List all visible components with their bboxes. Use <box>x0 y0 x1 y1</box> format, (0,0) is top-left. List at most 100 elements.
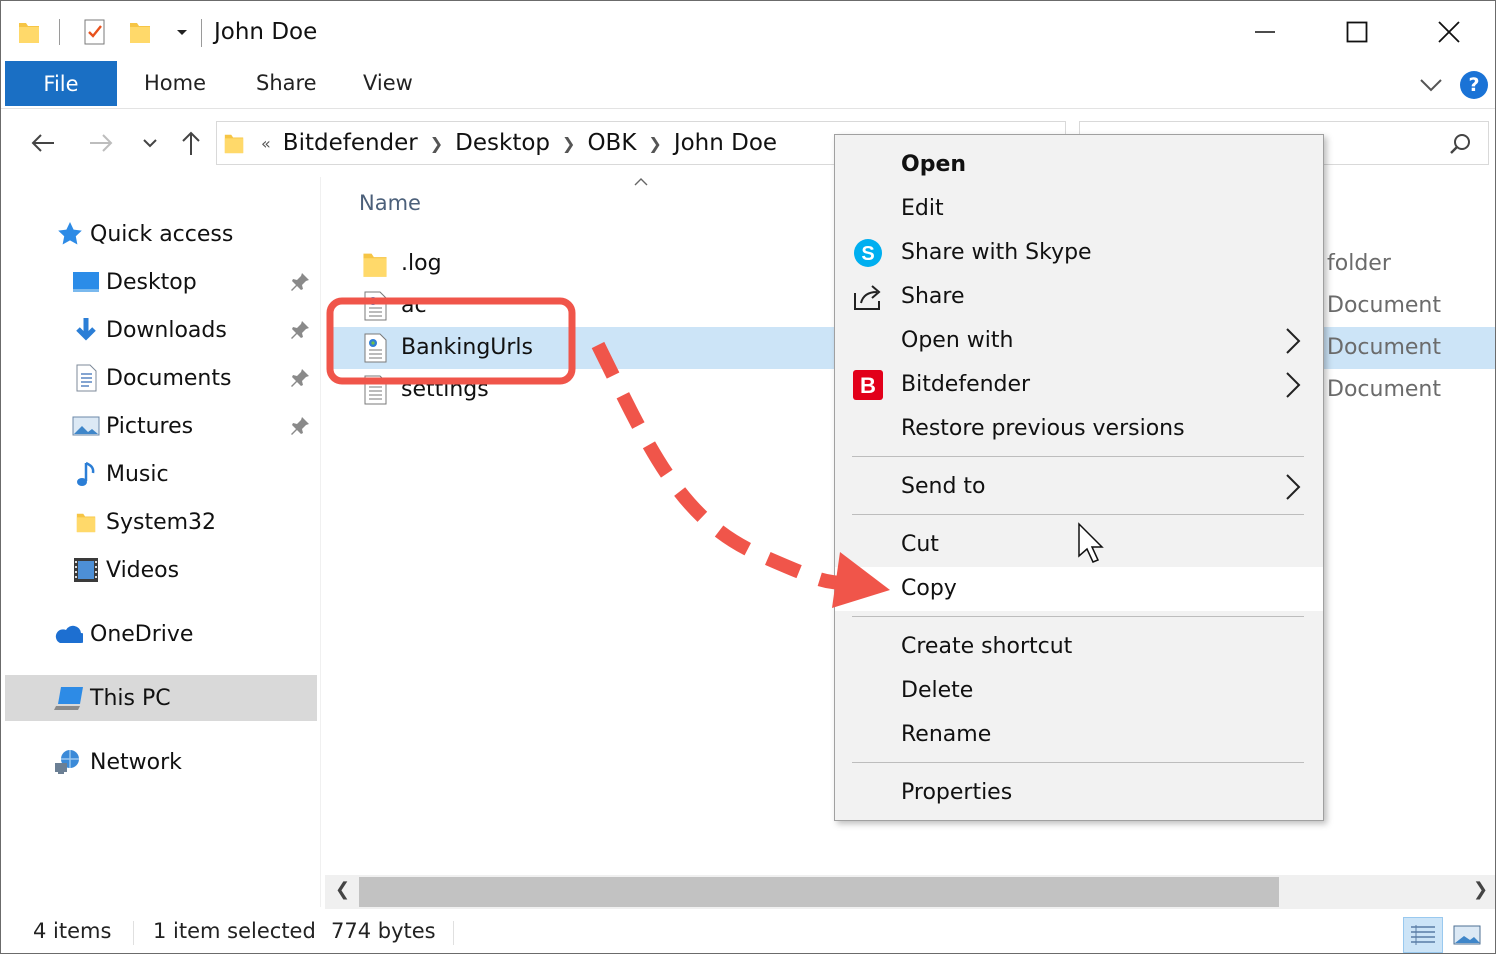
this-pc-icon <box>53 683 83 713</box>
menu-item-create-shortcut[interactable]: Create shortcut <box>835 625 1323 669</box>
chevron-right-icon[interactable]: ❯ <box>648 134 661 153</box>
menu-item-open[interactable]: Open <box>835 143 1323 187</box>
menu-item-share-with-skype[interactable]: S Share with Skype <box>835 231 1323 275</box>
chevron-down-icon <box>143 139 157 148</box>
tab-share[interactable]: Share <box>256 61 317 106</box>
details-view-icon <box>1411 925 1435 945</box>
file-type: Document <box>1327 335 1441 360</box>
sidebar-item-quick-access[interactable]: Quick access <box>5 211 317 257</box>
tab-file[interactable]: File <box>5 61 117 106</box>
sidebar-item-label: Music <box>106 461 169 487</box>
help-button[interactable]: ? <box>1460 71 1488 99</box>
sidebar-item-label: Documents <box>106 365 232 391</box>
explorer-window: John Doe File Home Share View ? « Bitdef… <box>0 0 1496 954</box>
menu-item-share[interactable]: Share <box>835 275 1323 319</box>
horizontal-scrollbar[interactable]: ❮ ❯ <box>325 875 1495 909</box>
menu-item-label: Copy <box>901 576 957 601</box>
close-button[interactable] <box>1403 5 1495 59</box>
file-name: ac <box>401 293 427 318</box>
sidebar-item-desktop[interactable]: Desktop <box>5 259 317 305</box>
breadcrumb-desktop[interactable]: Desktop <box>455 130 550 156</box>
breadcrumb-overflow[interactable]: « <box>261 134 271 153</box>
star-icon <box>55 219 85 249</box>
properties-icon[interactable] <box>82 18 108 46</box>
sidebar-item-onedrive[interactable]: OneDrive <box>5 611 317 657</box>
tab-view[interactable]: View <box>363 61 413 106</box>
sidebar-item-label: System32 <box>106 509 217 535</box>
file-icon <box>364 291 387 321</box>
pin-icon[interactable] <box>289 367 311 389</box>
maximize-button[interactable] <box>1311 5 1403 59</box>
menu-item-send-to[interactable]: Send to <box>835 465 1323 509</box>
menu-item-restore-previous-versions[interactable]: Restore previous versions <box>835 407 1323 451</box>
sidebar-item-this-pc[interactable]: This PC <box>5 675 317 721</box>
breadcrumb-john-doe[interactable]: John Doe <box>674 130 777 156</box>
menu-item-label: Properties <box>901 780 1013 805</box>
menu-item-cut[interactable]: Cut <box>835 523 1323 567</box>
column-header-name[interactable]: Name <box>359 191 421 215</box>
menu-item-edit[interactable]: Edit <box>835 187 1323 231</box>
ribbon: File Home Share View ? <box>1 61 1495 109</box>
menu-item-properties[interactable]: Properties <box>835 771 1323 815</box>
minimize-button[interactable] <box>1219 5 1311 59</box>
new-folder-icon[interactable] <box>128 19 152 45</box>
sidebar-item-downloads[interactable]: Downloads <box>5 307 317 353</box>
menu-separator <box>852 616 1304 617</box>
details-view-button[interactable] <box>1403 917 1443 953</box>
recent-locations-button[interactable] <box>132 125 168 161</box>
folder-icon[interactable] <box>17 19 41 45</box>
file-type: Document <box>1327 377 1441 402</box>
large-icons-view-button[interactable] <box>1447 917 1487 953</box>
sidebar-item-label: OneDrive <box>90 621 194 647</box>
menu-separator <box>852 456 1304 457</box>
status-divider <box>453 921 454 945</box>
customize-qat-icon[interactable] <box>174 24 190 40</box>
file-name: .log <box>401 251 442 276</box>
sidebar-item-videos[interactable]: Videos <box>5 547 317 593</box>
menu-item-rename[interactable]: Rename <box>835 713 1323 757</box>
file-icon <box>364 333 387 363</box>
music-icon <box>71 459 101 489</box>
back-button[interactable] <box>25 125 61 161</box>
menu-item-label: Delete <box>901 678 974 703</box>
scrollbar-thumb[interactable] <box>359 877 1279 907</box>
sidebar-item-network[interactable]: Network <box>5 739 317 785</box>
menu-item-label: Create shortcut <box>901 634 1073 659</box>
folder-icon <box>363 253 387 277</box>
selection-count: 1 item selected <box>153 919 316 943</box>
sidebar-item-label: Quick access <box>90 221 234 247</box>
menu-item-bitdefender[interactable]: B Bitdefender <box>835 363 1323 407</box>
arrow-up-icon <box>182 131 200 155</box>
pin-icon[interactable] <box>289 271 311 293</box>
breadcrumb-obk[interactable]: OBK <box>587 130 636 156</box>
sidebar-item-documents[interactable]: Documents <box>5 355 317 401</box>
sidebar-item-pictures[interactable]: Pictures <box>5 403 317 449</box>
menu-item-copy[interactable]: Copy <box>835 567 1323 611</box>
expand-ribbon-icon[interactable] <box>1419 75 1443 95</box>
tab-home[interactable]: Home <box>144 61 206 106</box>
search-icon[interactable] <box>1448 132 1472 156</box>
chevron-right-icon[interactable]: ❯ <box>562 134 575 153</box>
sidebar-item-music[interactable]: Music <box>5 451 317 497</box>
menu-item-delete[interactable]: Delete <box>835 669 1323 713</box>
scroll-right-icon[interactable]: ❯ <box>1473 879 1488 900</box>
menu-separator <box>852 514 1304 515</box>
pictures-icon <box>71 411 101 441</box>
folder-icon <box>71 507 101 537</box>
sidebar-item-label: Desktop <box>106 269 197 295</box>
pin-icon[interactable] <box>289 319 311 341</box>
menu-item-label: Cut <box>901 532 939 557</box>
sidebar-item-label: Downloads <box>106 317 227 343</box>
up-button[interactable] <box>173 125 209 161</box>
menu-item-open-with[interactable]: Open with <box>835 319 1323 363</box>
forward-button[interactable] <box>83 125 119 161</box>
file-type: folder <box>1327 251 1391 276</box>
scroll-left-icon[interactable]: ❮ <box>335 879 350 900</box>
status-divider <box>133 921 134 945</box>
sidebar-item-system32[interactable]: System32 <box>5 499 317 545</box>
chevron-right-icon[interactable]: ❯ <box>430 134 443 153</box>
svg-text:B: B <box>860 373 876 398</box>
pin-icon[interactable] <box>289 415 311 437</box>
breadcrumb-bitdefender[interactable]: Bitdefender <box>283 130 418 156</box>
window-title: John Doe <box>214 19 318 45</box>
